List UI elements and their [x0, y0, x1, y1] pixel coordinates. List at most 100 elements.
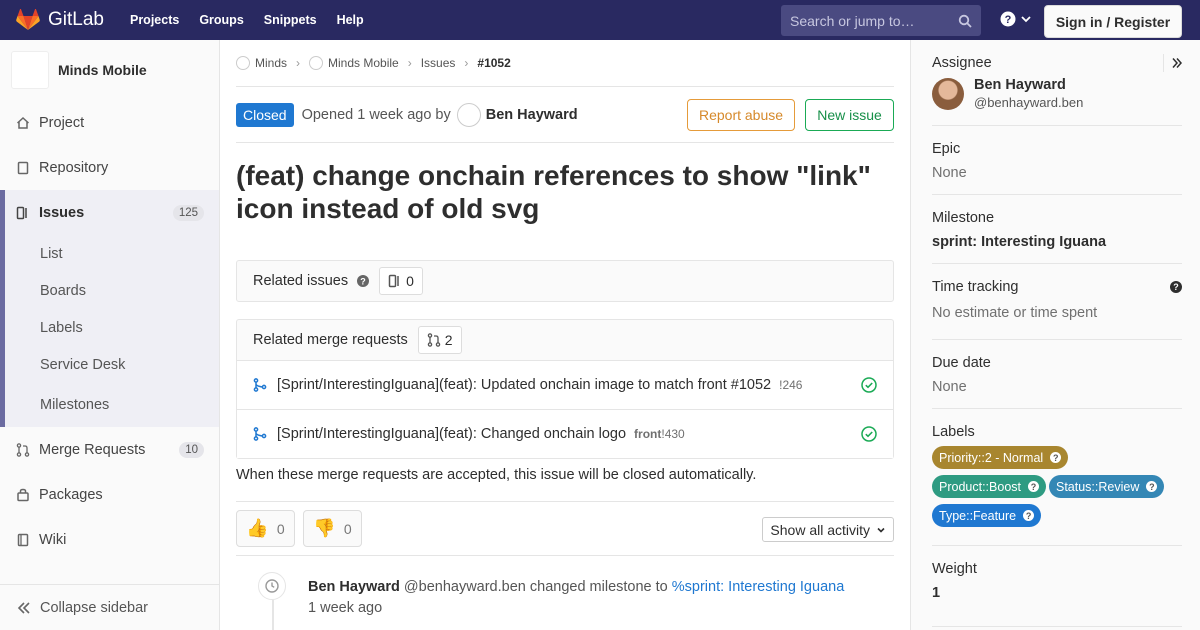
- question-icon[interactable]: ?: [357, 275, 370, 287]
- avatar[interactable]: [456, 102, 481, 127]
- nav-snippets[interactable]: Snippets: [264, 13, 317, 27]
- signin-button[interactable]: Sign in / Register: [1044, 5, 1182, 38]
- note-username[interactable]: @benhayward.ben: [404, 579, 526, 595]
- sidebar-item-label: Wiki: [39, 531, 67, 548]
- merge-request-icon: [427, 333, 440, 347]
- related-mrs-header: Related merge requests 2: [237, 320, 893, 360]
- clock-icon: [258, 572, 286, 600]
- ref-id: !430: [661, 427, 685, 441]
- count-value: 0: [406, 273, 414, 289]
- activity-filter-dropdown[interactable]: Show all activity: [762, 517, 894, 542]
- labels-block: Labels Priority::2 - Normal? Product::Bo…: [932, 424, 1182, 533]
- label-text: Product::Boost: [939, 479, 1021, 494]
- label-badge[interactable]: Priority::2 - Normal?: [932, 446, 1069, 469]
- page-title: (feat) change onchain references to show…: [236, 160, 871, 224]
- related-mrs-label: Related merge requests: [253, 332, 408, 348]
- merge-request-icon: [253, 427, 267, 441]
- divider: [932, 125, 1182, 126]
- nav-projects[interactable]: Projects: [130, 13, 179, 27]
- sidebar-item-label: Packages: [39, 486, 103, 503]
- epic-value: None: [932, 165, 967, 181]
- sidebar-subitem-service-desk[interactable]: Service Desk: [5, 346, 219, 383]
- sidebar-item-packages[interactable]: Packages: [0, 472, 219, 517]
- note-author[interactable]: Ben Hayward: [308, 579, 400, 595]
- milestone-value[interactable]: sprint: Interesting Iguana: [932, 234, 1182, 250]
- weight-label: Weight: [932, 561, 977, 577]
- sidebar-item-project[interactable]: Project: [0, 100, 219, 145]
- project-header[interactable]: Minds Mobile: [0, 40, 219, 100]
- breadcrumb-issues[interactable]: Issues: [421, 56, 456, 70]
- thumbs-down-button[interactable]: 👎 0: [303, 510, 362, 547]
- author-name[interactable]: Ben Hayward: [486, 107, 578, 123]
- breadcrumb-issue-id[interactable]: #1052: [477, 56, 510, 70]
- sidebar-subitem-list[interactable]: List: [5, 235, 219, 272]
- merge-request-title[interactable]: [Sprint/InterestingIguana](feat): Update…: [277, 377, 771, 393]
- breadcrumb: Minds › Minds Mobile › Issues › #1052: [236, 40, 894, 87]
- sidebar-subitem-boards[interactable]: Boards: [5, 272, 219, 309]
- thumbs-up-button[interactable]: 👍 0: [236, 510, 295, 547]
- issues-icon: [16, 206, 30, 220]
- question-icon[interactable]: ?: [1170, 281, 1182, 293]
- sidebar-subitem-milestones[interactable]: Milestones: [5, 383, 219, 427]
- label-badge[interactable]: Status::Review?: [1049, 475, 1165, 498]
- question-icon: ?: [1146, 481, 1158, 492]
- nav-help[interactable]: Help: [337, 13, 364, 27]
- gitlab-logo[interactable]: GitLab: [16, 9, 104, 31]
- question-icon: ?: [1000, 11, 1016, 27]
- help-dropdown[interactable]: ?: [1000, 11, 1032, 27]
- divider: [932, 263, 1182, 264]
- chevron-down-icon: [877, 527, 885, 533]
- double-chevron-left-icon: [17, 601, 30, 614]
- weight-block: Weight 1: [932, 561, 1182, 601]
- gitlab-tanuki-icon: [16, 9, 40, 30]
- status-badge: Closed: [236, 102, 294, 127]
- due-date-label: Due date: [932, 355, 991, 371]
- search-icon: [958, 14, 972, 28]
- sidebar-item-merge-requests[interactable]: Merge Requests 10: [0, 427, 219, 472]
- merge-request-icon: [16, 442, 30, 457]
- status-success-icon: [861, 426, 877, 442]
- top-navbar: GitLab Projects Groups Snippets Help Sea…: [0, 0, 1200, 40]
- breadcrumb-separator-icon: ›: [296, 56, 301, 70]
- weight-value: 1: [932, 585, 941, 601]
- label-badge[interactable]: Type::Feature?: [932, 504, 1042, 527]
- due-date-value: None: [932, 379, 967, 395]
- sidebar-item-issues[interactable]: Issues 125: [5, 190, 219, 235]
- new-issue-button[interactable]: New issue: [805, 99, 894, 131]
- collapse-sidebar-button[interactable]: Collapse sidebar: [0, 584, 219, 630]
- breadcrumb-separator-icon: ›: [407, 56, 412, 70]
- divider: [932, 545, 1182, 546]
- sidebar-subitem-labels[interactable]: Labels: [5, 309, 219, 346]
- question-icon: ?: [1028, 481, 1039, 492]
- breadcrumb-group[interactable]: Minds: [255, 56, 287, 70]
- thumbs-up-icon: 👍: [246, 518, 269, 538]
- system-note: Ben Hayward @benhayward.ben changed mile…: [236, 556, 894, 630]
- sidebar-item-wiki[interactable]: Wiki: [0, 517, 219, 562]
- auto-close-note: When these merge requests are accepted, …: [236, 467, 894, 502]
- list-item[interactable]: [Sprint/InterestingIguana](feat): Update…: [237, 360, 893, 409]
- breadcrumb-project[interactable]: Minds Mobile: [328, 56, 399, 70]
- group-avatar: [236, 56, 250, 70]
- divider: [932, 408, 1182, 409]
- assignee-text: Ben Hayward @benhayward.ben: [974, 77, 1083, 110]
- sidebar-item-repository[interactable]: Repository: [0, 145, 219, 190]
- thumbs-down-count: 0: [343, 520, 352, 537]
- report-abuse-button[interactable]: Report abuse: [687, 99, 795, 131]
- merge-request-title[interactable]: [Sprint/InterestingIguana](feat): Change…: [277, 426, 626, 442]
- related-issues-label: Related issues: [253, 273, 349, 289]
- time-tracking-block: Time tracking ? No estimate or time spen…: [932, 279, 1182, 321]
- milestone-label: Milestone: [932, 210, 995, 226]
- epic-block: Epic None: [932, 141, 1182, 181]
- doc-icon: [16, 161, 30, 175]
- milestone-link[interactable]: %sprint: Interesting Iguana: [672, 579, 845, 595]
- assignee[interactable]: Ben Hayward @benhayward.ben: [932, 77, 1182, 110]
- search-input[interactable]: Search or jump to…: [781, 5, 981, 36]
- epic-label: Epic: [932, 141, 961, 157]
- list-item[interactable]: [Sprint/InterestingIguana](feat): Change…: [237, 409, 893, 458]
- note-action: changed milestone to: [529, 579, 668, 595]
- nav-groups[interactable]: Groups: [199, 13, 243, 27]
- label-text: Priority::2 - Normal: [939, 450, 1044, 465]
- label-badge[interactable]: Product::Boost?: [932, 475, 1046, 498]
- label-text: Status::Review: [1056, 479, 1140, 494]
- right-sidebar: Assignee Ben Hayward @benhayward.ben Epi…: [910, 40, 1200, 630]
